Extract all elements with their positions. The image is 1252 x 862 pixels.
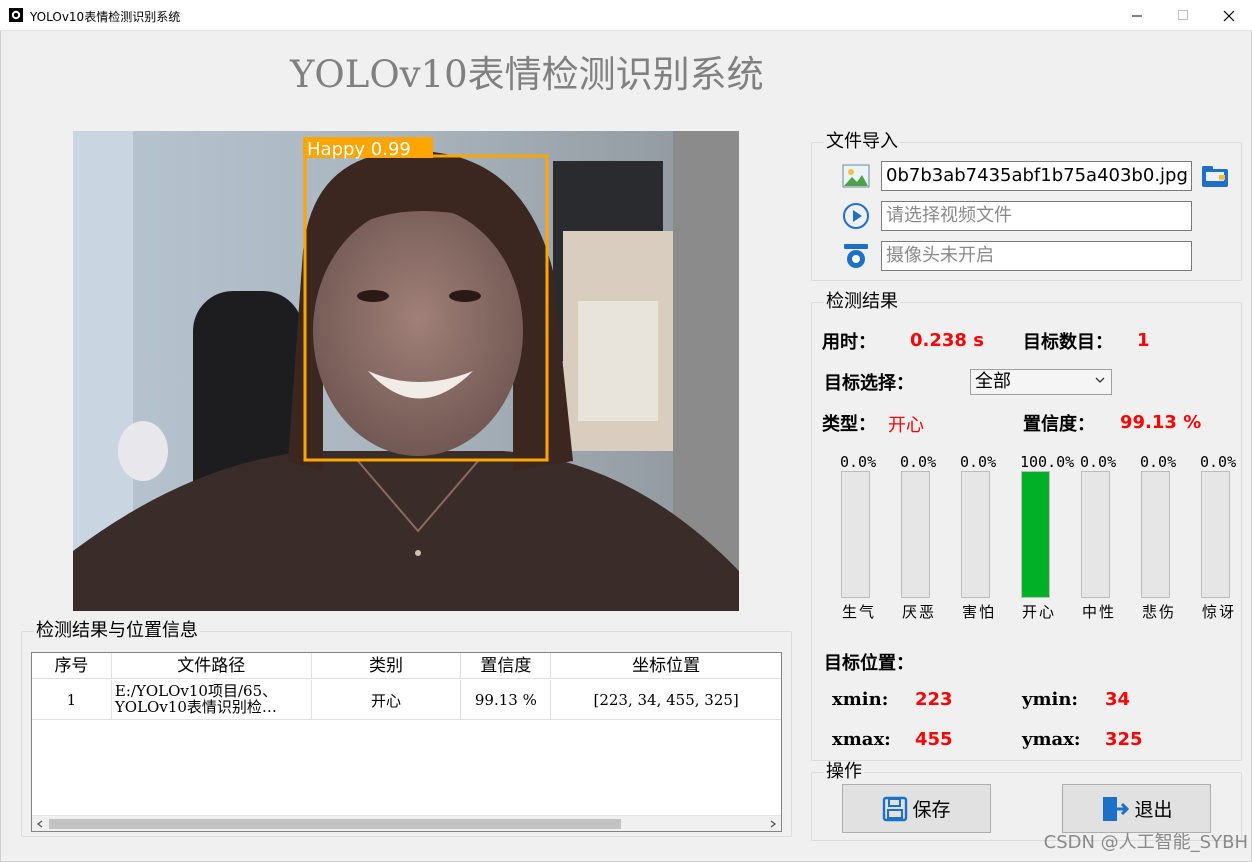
chevron-down-icon [1095,377,1105,383]
probability-bar [961,471,990,598]
probability-bar [1201,471,1230,598]
table-header-cell[interactable]: 置信度 [461,653,552,679]
scroll-left-icon[interactable] [36,820,44,828]
table-cell-coords: [223, 34, 455, 325] [593,691,739,709]
ymax-label: ymax: [1022,729,1081,750]
emotion-name-label: 中性 [1082,603,1117,621]
photo-illustration: Happy 0.99 [73,131,739,611]
image-file-icon[interactable] [842,162,870,190]
camera-icon[interactable] [842,242,870,270]
video-file-field[interactable]: 请选择视频文件 [881,201,1192,231]
table-header-cell[interactable]: 类别 [312,653,462,679]
watermark: CSDN @人工智能_SYBH [1043,832,1248,853]
table-cell-class: 开心 [312,680,462,720]
emotion-name-label: 开心 [1022,603,1057,621]
count-label: 目标数目： [1023,332,1113,353]
emotion-name-label: 厌恶 [902,603,937,621]
horizontal-scrollbar[interactable] [32,815,781,831]
table-header: 序号 文件路径 类别 置信度 坐标位置 [32,653,781,679]
probability-bar [841,471,870,598]
target-position-label: 目标位置： [824,653,914,674]
probability-bar [1141,471,1170,598]
minimize-icon [1131,15,1142,17]
target-select-dropdown[interactable]: 全部 [970,369,1112,395]
detection-results-title: 检测结果 [824,291,900,312]
table-header-cell[interactable]: 序号 [32,653,112,679]
confidence-label: 置信度： [1023,414,1095,435]
xmin-label: xmin: [832,689,889,710]
type-value: 开心 [888,415,924,436]
file-import-title: 文件导入 [824,131,900,152]
image-file-field[interactable]: 0b7b3ab7435abf1b75a403b0.jpg [881,161,1192,191]
close-icon [1223,10,1235,21]
bar-percent-label: 0.0% [1200,453,1237,471]
operations-title: 操作 [824,761,864,782]
emotion-name-label: 惊讶 [1202,603,1237,621]
bar-percent-label: 0.0% [960,453,997,471]
time-value: 0.238 s [910,330,984,351]
probability-bar [901,471,930,598]
target-select-value: 全部 [975,371,1011,392]
app-icon [9,8,23,22]
probability-bar [1081,471,1110,598]
probability-bar [1021,471,1050,598]
close-button[interactable] [1206,0,1252,31]
bar-percent-label: 0.0% [900,453,937,471]
ymin-value: 34 [1105,689,1131,710]
minimize-button[interactable] [1114,0,1160,31]
table-row[interactable]: 1 E:/YOLOv10项目/65、YOLOv10表情识别检… 开心 99.13… [32,680,781,720]
xmax-value: 455 [915,729,953,750]
save-button[interactable]: 保存 [842,784,991,833]
detection-results-group: 检测结果 用时： 0.238 s 目标数目： 1 目标选择： 全部 类型： 开心… [811,292,1242,761]
scrollbar-thumb[interactable] [49,819,621,829]
video-play-icon[interactable] [842,202,870,230]
folder-open-icon[interactable] [1200,161,1230,191]
detection-image: Happy 0.99 [73,131,739,611]
table-header-cell[interactable]: 坐标位置 [551,653,781,679]
window-title: YOLOv10表情检测识别系统 [30,10,181,24]
exit-door-icon [1103,796,1130,821]
results-table-title: 检测结果与位置信息 [34,620,200,641]
bar-percent-label: 0.0% [1080,453,1117,471]
xmin-value: 223 [915,689,953,710]
table-header-cell[interactable]: 文件路径 [112,653,312,679]
results-table-group: 检测结果与位置信息 序号 文件路径 类别 置信度 坐标位置 1 E:/YOLOv… [21,621,792,837]
exit-button-label: 退出 [1134,799,1173,821]
ymax-value: 325 [1105,729,1143,750]
camera-field[interactable]: 摄像头未开启 [881,241,1192,271]
maximize-button[interactable] [1160,0,1206,31]
table-cell-index: 1 [32,680,112,720]
save-button-label: 保存 [912,799,951,821]
time-label: 用时： [822,332,876,353]
results-table: 序号 文件路径 类别 置信度 坐标位置 1 E:/YOLOv10项目/65、YO… [31,652,782,832]
count-value: 1 [1137,330,1150,351]
page-title: YOLOv10表情检测识别系统 [290,53,764,96]
table-cell-confidence: 99.13 % [461,680,552,720]
xmax-label: xmax: [832,729,891,750]
emotion-name-label: 害怕 [962,603,997,621]
bar-percent-label: 0.0% [1140,453,1177,471]
maximize-icon [1177,10,1188,20]
confidence-value: 99.13 % [1120,412,1202,433]
emotion-name-label: 悲伤 [1142,603,1177,621]
save-icon [883,796,908,821]
file-import-group: 文件导入 0b7b3ab7435abf1b75a403b0.jpg 请选择视频文… [811,132,1242,281]
title-bar: YOLOv10表情检测识别系统 [0,0,1252,31]
detection-label: Happy 0.99 [307,139,411,160]
bar-percent-label: 100.0% [1020,453,1075,471]
probability-bar-fill [1022,472,1049,597]
target-select-label: 目标选择： [824,373,914,394]
bar-percent-label: 0.0% [840,453,877,471]
scroll-right-icon[interactable] [769,820,777,828]
emotion-name-label: 生气 [842,603,877,621]
type-label: 类型： [822,414,876,435]
exit-button[interactable]: 退出 [1062,784,1211,833]
ymin-label: ymin: [1022,689,1079,710]
table-cell-path: E:/YOLOv10项目/65、YOLOv10表情识别检… [112,680,312,720]
